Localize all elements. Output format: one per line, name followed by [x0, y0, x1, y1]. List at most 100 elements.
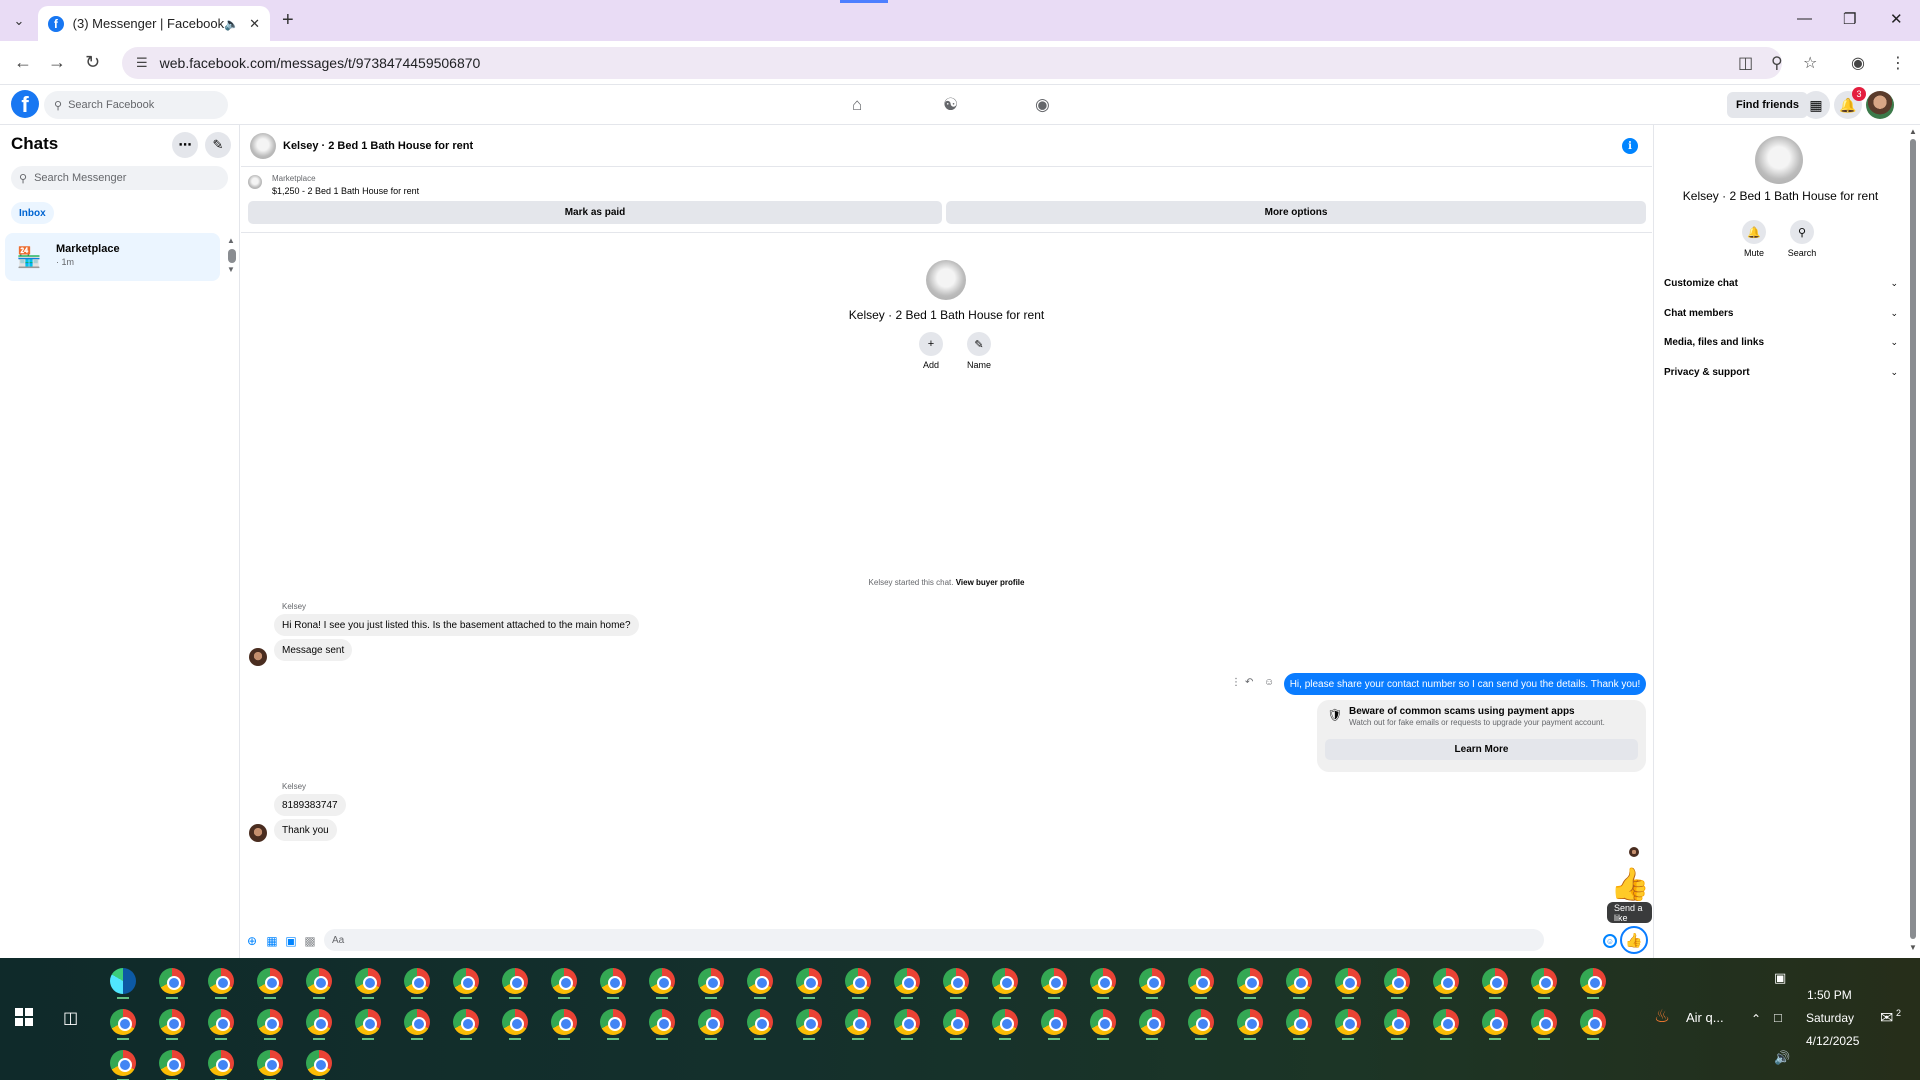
notification-center-icon[interactable]: ✉ — [1880, 1008, 1893, 1028]
search-action[interactable]: ⚲ Search — [1782, 220, 1822, 258]
chrome-app-icon[interactable] — [698, 1009, 724, 1035]
edge-app-icon[interactable] — [110, 968, 136, 994]
clock-date[interactable]: 4/12/2025 — [1806, 1034, 1859, 1048]
chrome-app-icon[interactable] — [306, 968, 332, 994]
sticker-icon[interactable]: ▣ — [284, 934, 298, 948]
chrome-app-icon[interactable] — [1041, 1009, 1067, 1035]
mark-as-paid-button[interactable]: Mark as paid — [248, 201, 942, 224]
chrome-app-icon[interactable] — [257, 968, 283, 994]
add-people-action[interactable]: + Add — [911, 332, 951, 370]
scroll-up-arrow-icon[interactable]: ▲ — [227, 236, 235, 245]
info-icon[interactable]: i — [1622, 138, 1638, 154]
chrome-app-icon[interactable] — [208, 1050, 234, 1076]
reply-icon[interactable]: ↶ — [1245, 677, 1253, 688]
chrome-app-icon[interactable] — [404, 1009, 430, 1035]
minimize-icon[interactable]: — — [1797, 10, 1812, 27]
chat-list-item[interactable]: 🏪 Marketplace · 1m — [5, 233, 220, 281]
chrome-app-icon[interactable] — [257, 1050, 283, 1076]
incoming-message[interactable]: Message sent — [274, 639, 353, 661]
tray-chevron-up-icon[interactable]: ⌃ — [1751, 1012, 1761, 1026]
nickname-action[interactable]: ✎ Name — [959, 332, 999, 370]
chrome-app-icon[interactable] — [1384, 1009, 1410, 1035]
chrome-app-icon[interactable] — [355, 1009, 381, 1035]
learn-more-button[interactable]: Learn More — [1325, 739, 1638, 760]
more-options-button[interactable]: More options — [946, 201, 1646, 224]
menu-grid-icon[interactable]: ▦ — [1802, 91, 1830, 119]
chrome-app-icon[interactable] — [355, 968, 381, 994]
speaker-icon[interactable]: 🔈 — [224, 17, 239, 31]
emoji-icon[interactable]: ☺ — [1603, 934, 1617, 948]
new-tab-plus-icon[interactable]: + — [282, 9, 294, 32]
chrome-app-icon[interactable] — [257, 1009, 283, 1035]
scroll-down-arrow-icon[interactable]: ▼ — [227, 265, 235, 274]
weather-icon[interactable]: ♨ — [1654, 1006, 1670, 1027]
chrome-app-icon[interactable] — [649, 1009, 675, 1035]
chrome-app-icon[interactable] — [159, 1009, 185, 1035]
intro-avatar[interactable] — [926, 260, 966, 300]
chrome-app-icon[interactable] — [992, 1009, 1018, 1035]
chrome-app-icon[interactable] — [1580, 968, 1606, 994]
address-bar[interactable]: ☰ web.facebook.com/messages/t/9738474459… — [122, 47, 1782, 79]
chrome-app-icon[interactable] — [1090, 1009, 1116, 1035]
chrome-app-icon[interactable] — [1580, 1009, 1606, 1035]
profile-icon[interactable]: ◉ — [1851, 53, 1865, 73]
sender-avatar[interactable] — [249, 824, 267, 842]
chrome-app-icon[interactable] — [1286, 968, 1312, 994]
chrome-app-icon[interactable] — [551, 968, 577, 994]
chrome-app-icon[interactable] — [404, 968, 430, 994]
chrome-app-icon[interactable] — [208, 968, 234, 994]
restore-icon[interactable]: ❐ — [1843, 10, 1856, 28]
chrome-app-icon[interactable] — [1531, 1009, 1557, 1035]
find-friends-button[interactable]: Find friends — [1727, 92, 1808, 118]
chrome-app-icon[interactable] — [649, 968, 675, 994]
facebook-logo-icon[interactable]: f — [11, 90, 39, 118]
windows-start-icon[interactable] — [15, 1008, 33, 1026]
chrome-app-icon[interactable] — [845, 1009, 871, 1035]
chrome-app-icon[interactable] — [453, 968, 479, 994]
chrome-app-icon[interactable] — [1286, 1009, 1312, 1035]
chrome-app-icon[interactable] — [502, 1009, 528, 1035]
chrome-app-icon[interactable] — [159, 1050, 185, 1076]
home-icon[interactable]: ⌂ — [852, 95, 862, 115]
messenger-search-input[interactable]: ⚲ Search Messenger — [11, 166, 228, 190]
view-buyer-profile-link[interactable]: View buyer profile — [956, 578, 1025, 587]
mute-action[interactable]: 🔔 Mute — [1734, 220, 1774, 258]
clock-time[interactable]: 1:50 PM — [1807, 988, 1852, 1002]
plus-circle-icon[interactable]: ⊕ — [245, 934, 259, 948]
chrome-app-icon[interactable] — [110, 1009, 136, 1035]
chrome-app-icon[interactable] — [796, 968, 822, 994]
chrome-app-icon[interactable] — [306, 1050, 332, 1076]
browser-tab-messenger[interactable]: f (3) Messenger | Facebook 🔈 ✕ — [38, 6, 270, 41]
network-icon[interactable]: □ — [1774, 1010, 1782, 1025]
message-more-icon[interactable]: ⋮ — [1231, 677, 1241, 688]
outgoing-message[interactable]: Hi, please share your contact number so … — [1284, 673, 1646, 695]
chrome-app-icon[interactable] — [306, 1009, 332, 1035]
conversation-title[interactable]: Kelsey · 2 Bed 1 Bath House for rent — [283, 140, 473, 152]
chrome-app-icon[interactable] — [1482, 968, 1508, 994]
chrome-app-icon[interactable] — [600, 968, 626, 994]
tab-close-icon[interactable]: ✕ — [249, 16, 260, 32]
chrome-app-icon[interactable] — [1482, 1009, 1508, 1035]
send-like-button[interactable]: 👍 — [1620, 926, 1648, 954]
chrome-app-icon[interactable] — [1090, 968, 1116, 994]
chrome-app-icon[interactable] — [453, 1009, 479, 1035]
chrome-app-icon[interactable] — [1531, 968, 1557, 994]
media-files-links-section[interactable]: Media, files and links ⌄ — [1664, 330, 1898, 354]
info-avatar[interactable] — [1755, 136, 1803, 184]
window-close-icon[interactable]: ✕ — [1890, 10, 1903, 28]
gif-icon[interactable]: ▩ — [303, 934, 317, 948]
page-scrollbar[interactable]: ▲ ▼ — [1906, 125, 1920, 958]
listing-price[interactable]: $1,250 - 2 Bed 1 Bath House for rent — [272, 186, 419, 196]
install-app-icon[interactable]: ◫ — [1738, 53, 1753, 73]
chrome-app-icon[interactable] — [1041, 968, 1067, 994]
incoming-message[interactable]: Thank you — [274, 819, 337, 841]
chrome-app-icon[interactable] — [551, 1009, 577, 1035]
browser-menu-icon[interactable]: ⋮ — [1890, 53, 1906, 73]
chats-scrollbar-thumb[interactable] — [228, 249, 236, 263]
chrome-app-icon[interactable] — [502, 968, 528, 994]
chat-members-section[interactable]: Chat members ⌄ — [1664, 301, 1898, 325]
message-input[interactable]: Aa — [324, 929, 1544, 951]
tab-search-chevron-icon[interactable]: ⌄ — [8, 10, 30, 32]
new-message-icon[interactable]: ✎ — [205, 132, 231, 158]
more-options-icon[interactable]: ⋯ — [172, 132, 198, 158]
